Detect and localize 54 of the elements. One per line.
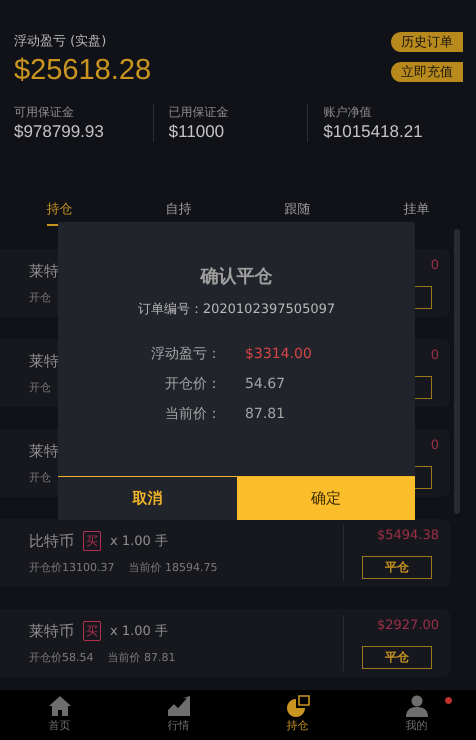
pnl-amount: $25618.28: [14, 54, 152, 87]
detail-label: 当前价：: [164, 405, 221, 423]
coin-name: 莱特: [29, 442, 59, 460]
tab[interactable]: 自持: [166, 200, 192, 226]
open-price: 开仓价58.54: [29, 650, 94, 665]
current-price: 当前价 18594.75: [128, 560, 218, 575]
detail-value: 87.81: [245, 406, 286, 422]
header-button[interactable]: 立即充值: [391, 62, 463, 82]
open-price: 开仓: [29, 290, 51, 305]
open-price: 开仓: [29, 470, 51, 485]
scrollbar[interactable]: [454, 229, 460, 514]
stat-value: $11000: [168, 122, 226, 142]
detail-label: 浮动盈亏：: [150, 345, 221, 363]
tab[interactable]: 跟随: [284, 200, 310, 226]
profit-amount: 0: [430, 438, 439, 455]
profit-amount: 0: [430, 348, 439, 365]
home-icon: [48, 695, 72, 717]
header-button[interactable]: 历史订单: [391, 32, 463, 52]
chart-icon: [166, 695, 190, 717]
open-price: 开仓价13100.37: [29, 560, 114, 575]
close-position-button[interactable]: 平仓: [362, 556, 432, 579]
nav-item[interactable]: 首页: [0, 690, 119, 740]
coin-name: 莱特: [29, 352, 59, 370]
confirm-button[interactable]: 确定: [236, 477, 415, 520]
current-price: 当前价 87.81: [108, 650, 176, 665]
nav-item[interactable]: 行情: [119, 690, 238, 740]
nav-item[interactable]: 持仓: [238, 690, 357, 740]
stat-label: 已用保证金: [168, 104, 230, 121]
nav-item[interactable]: 我的: [357, 690, 476, 740]
detail-label: 开仓价：: [164, 375, 221, 393]
stat-value: $978799.93: [14, 122, 105, 142]
open-price: 开仓: [29, 380, 51, 395]
order-number: 订单编号：2020102397505097: [136, 301, 336, 318]
coin-name: 莱特: [29, 262, 59, 280]
buy-tag: 买: [83, 621, 101, 641]
stat-value: $1015418.21: [323, 122, 424, 142]
pie-chart-icon: [286, 695, 310, 717]
pnl-title: 浮动盈亏 (实盘): [14, 33, 108, 50]
dialog-title: 确认平仓: [199, 265, 274, 288]
profit-amount: 0: [430, 258, 439, 275]
lot-size: x 1.00 手: [110, 623, 168, 640]
stat-label: 可用保证金: [14, 104, 75, 121]
profit-amount: $2927.00: [376, 618, 439, 635]
profit-amount: $5494.38: [376, 528, 439, 545]
user-icon: [404, 695, 428, 717]
close-position-button[interactable]: 平仓: [362, 646, 432, 669]
stat-label: 账户净值: [323, 104, 372, 121]
buy-tag: 买: [83, 531, 101, 551]
detail-value: $3314.00: [245, 346, 312, 362]
tab[interactable]: 挂单: [404, 200, 430, 226]
lot-size: x 1.00 手: [110, 533, 168, 550]
coin-name: 比特币: [29, 532, 74, 550]
coin-name: 莱特币: [29, 622, 74, 640]
detail-value: 54.67: [245, 376, 286, 392]
